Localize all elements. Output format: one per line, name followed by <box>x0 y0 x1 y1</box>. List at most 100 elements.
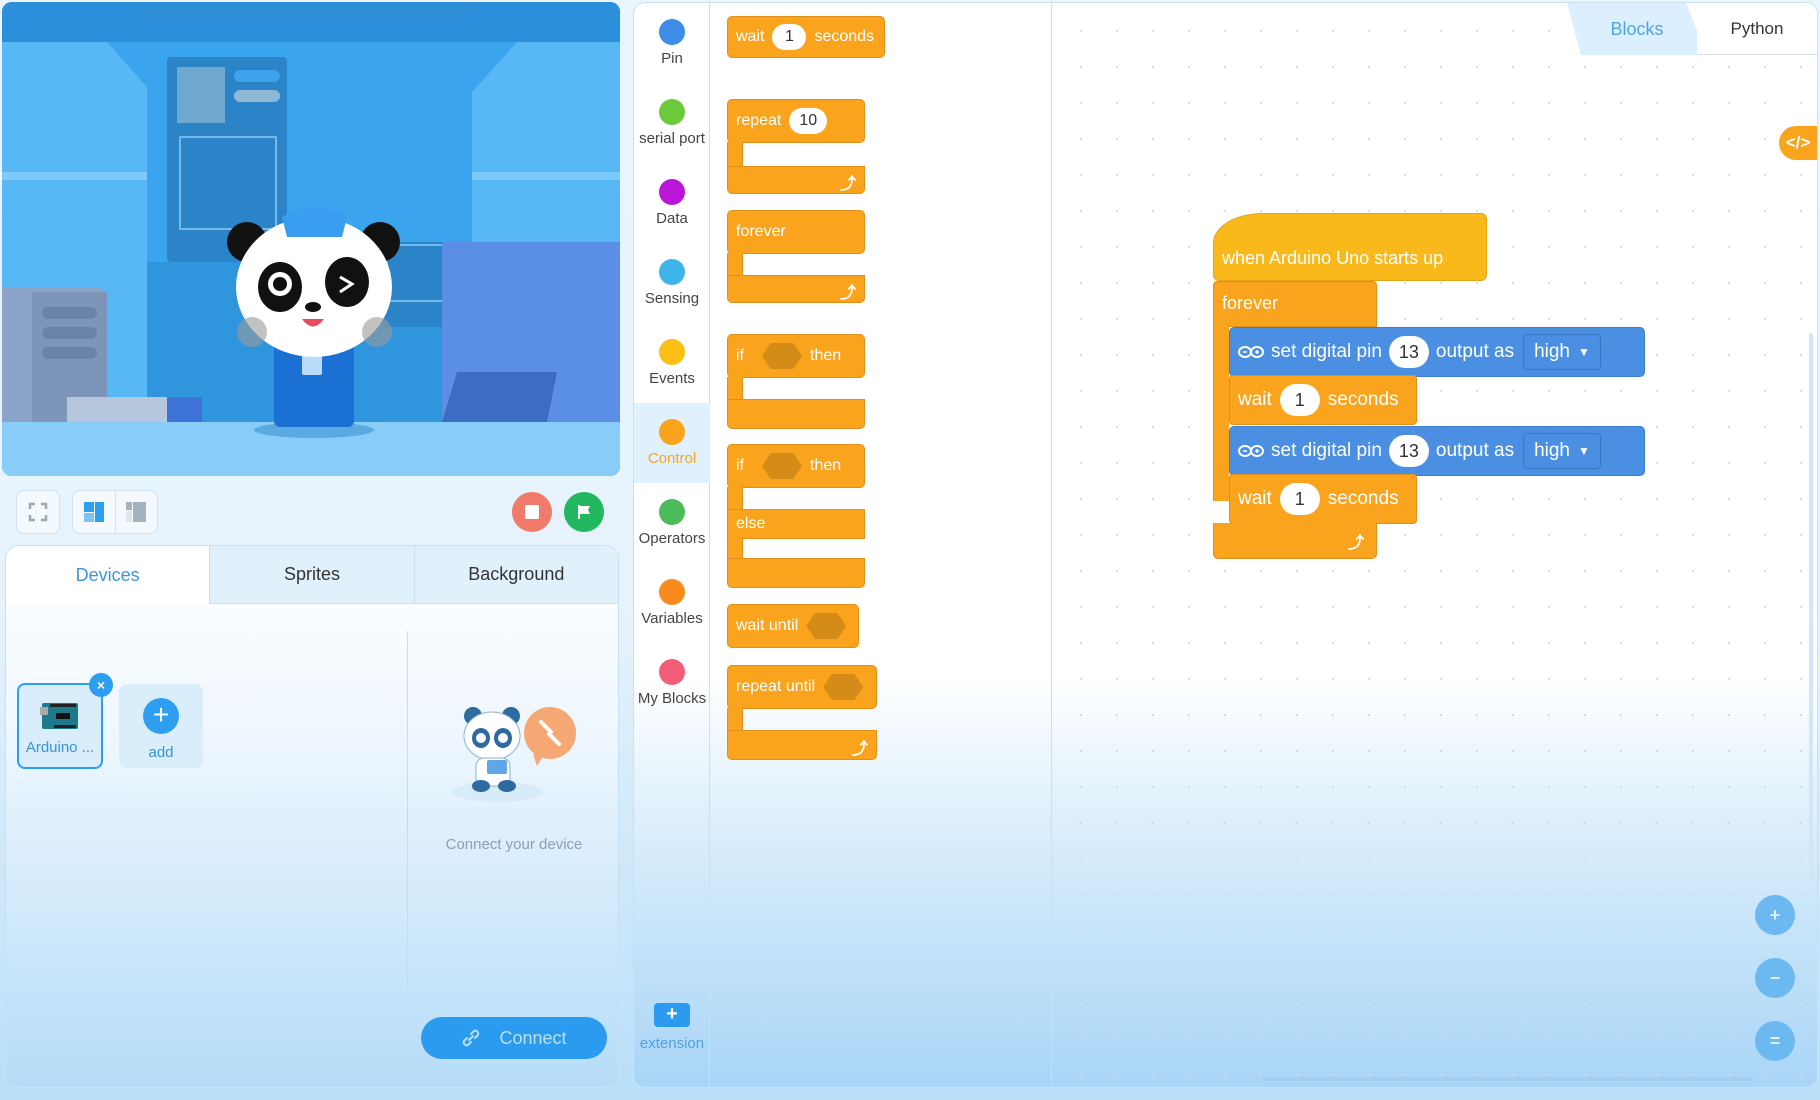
block-text: wait <box>736 28 765 45</box>
c-block-arm <box>727 538 743 560</box>
layout-small-stage-button[interactable] <box>114 491 158 533</box>
category-label: Pin <box>661 50 683 67</box>
boolean-slot[interactable] <box>762 453 802 479</box>
category-dot-icon <box>659 339 685 365</box>
category-label: Data <box>656 210 688 227</box>
block-text: set digital pin <box>1271 341 1382 362</box>
block-input[interactable]: 1 <box>772 24 807 50</box>
device-panel: Devices Sprites Background Arduino ... ×… <box>5 545 619 1088</box>
category-sensing[interactable]: Sensing <box>634 243 710 323</box>
caret-down-icon: ▼ <box>1578 345 1590 359</box>
horizontal-scrollbar[interactable] <box>1263 1077 1753 1081</box>
pin-input[interactable]: 13 <box>1388 435 1429 467</box>
palette-block-repeat-until[interactable]: repeat until <box>727 665 877 709</box>
layout-large-stage-button[interactable] <box>73 491 115 533</box>
palette-block-if-else[interactable]: if then <box>727 444 865 488</box>
c-block-arm <box>727 142 743 168</box>
block-text: else <box>736 515 766 532</box>
category-events[interactable]: Events <box>634 323 710 403</box>
level-dropdown[interactable]: high ▼ <box>1523 334 1601 370</box>
zoom-out-button[interactable]: − <box>1755 958 1795 998</box>
script-canvas[interactable]: Blocks Python </> when Arduino Uno start… <box>1053 3 1817 1087</box>
seconds-input[interactable]: 1 <box>1279 483 1320 515</box>
add-device-button[interactable]: + add <box>119 684 203 768</box>
seconds-input[interactable]: 1 <box>1279 384 1320 416</box>
dropdown-value: high <box>1534 341 1570 362</box>
boolean-slot[interactable] <box>806 613 847 639</box>
palette-block-wait[interactable]: wait 1 seconds <box>727 16 885 58</box>
fullscreen-button[interactable] <box>16 490 60 534</box>
code-panel-toggle-icon[interactable]: </> <box>1779 126 1817 160</box>
boolean-slot[interactable] <box>823 674 864 700</box>
add-extension-button[interactable]: + extension <box>634 1003 710 1083</box>
connect-button[interactable]: Connect <box>421 1017 607 1059</box>
palette-block-if-then[interactable]: if then <box>727 334 865 378</box>
tab-python[interactable]: Python <box>1697 3 1817 55</box>
stop-button[interactable] <box>512 492 552 532</box>
category-dot-icon <box>659 99 685 125</box>
tab-blocks[interactable]: Blocks <box>1567 3 1707 55</box>
category-operators[interactable]: Operators <box>634 483 710 563</box>
pin-input[interactable]: 13 <box>1388 336 1429 368</box>
block-text: output as <box>1435 341 1515 362</box>
tab-sprites[interactable]: Sprites <box>209 546 414 604</box>
connect-label: Connect <box>499 1027 567 1048</box>
flag-icon <box>578 505 590 519</box>
category-my-blocks[interactable]: My Blocks <box>634 643 710 723</box>
c-block-bottom <box>727 399 865 429</box>
block-text: set digital pin <box>1271 440 1382 461</box>
wait-seconds-block[interactable]: wait 1 seconds <box>1229 474 1417 524</box>
category-serial-port[interactable]: serial port <box>634 83 710 163</box>
block-input[interactable]: 10 <box>789 108 828 134</box>
zoom-reset-button[interactable]: = <box>1755 1021 1795 1061</box>
vertical-scrollbar[interactable] <box>1809 333 1813 883</box>
device-card-arduino[interactable]: Arduino ... × <box>17 673 113 769</box>
block-text: if <box>736 347 744 364</box>
category-variables[interactable]: Variables <box>634 563 710 643</box>
category-pin[interactable]: Pin <box>634 3 710 83</box>
category-data[interactable]: Data <box>634 163 710 243</box>
level-dropdown[interactable]: high ▼ <box>1523 433 1601 469</box>
category-dot-icon <box>659 259 685 285</box>
block-text: if <box>736 457 744 474</box>
category-dot-icon <box>659 659 685 685</box>
category-label: Sensing <box>644 290 700 307</box>
stage-backdrop <box>2 2 620 476</box>
palette-block-wait-until[interactable]: wait until <box>727 604 859 648</box>
arduino-board-icon <box>40 703 78 729</box>
c-block-bottom: ⤴ <box>727 275 865 303</box>
tab-background[interactable]: Background <box>413 546 618 604</box>
event-block-when-starts-up[interactable]: when Arduino Uno starts up <box>1213 213 1487 281</box>
category-control[interactable]: Control <box>634 403 710 483</box>
divider <box>634 991 710 992</box>
forever-block[interactable]: forever <box>1213 281 1377 327</box>
palette-block-repeat[interactable]: repeat 10 <box>727 99 865 143</box>
c-block-arm <box>1213 325 1229 501</box>
stop-icon <box>525 505 539 519</box>
zoom-in-button[interactable]: + <box>1755 895 1795 935</box>
category-label: Events <box>649 370 695 387</box>
category-dot-icon <box>659 19 685 45</box>
category-sidebar: Pin serial port Data Sensing Events Cont… <box>634 3 710 1087</box>
device-panel-tabs: Devices Sprites Background <box>6 546 618 604</box>
category-label: My Blocks <box>637 690 707 707</box>
set-digital-pin-block[interactable]: set digital pin 13 output as high ▼ <box>1229 327 1645 377</box>
stage[interactable] <box>2 2 620 476</box>
set-digital-pin-block[interactable]: set digital pin 13 output as high ▼ <box>1229 426 1645 476</box>
tab-devices[interactable]: Devices <box>6 546 210 604</box>
palette-block-forever[interactable]: forever <box>727 210 865 254</box>
c-block-arm <box>727 253 743 277</box>
run-button[interactable] <box>564 492 604 532</box>
wait-seconds-block[interactable]: wait 1 seconds <box>1229 375 1417 425</box>
boolean-slot[interactable] <box>762 343 802 369</box>
layout-large-stage-icon <box>83 502 104 522</box>
loop-arrow-icon: ⤴ <box>839 176 856 193</box>
disconnected-panda-illustration <box>453 707 576 802</box>
zoom-reset-icon: = <box>1769 1030 1781 1051</box>
c-block-arm <box>727 487 743 511</box>
else-section: else <box>727 509 865 539</box>
remove-device-button[interactable]: × <box>89 673 113 697</box>
block-text: seconds <box>814 28 875 45</box>
c-block-bottom: ⤴ <box>1213 523 1377 559</box>
layout-toggle-group <box>72 490 158 534</box>
